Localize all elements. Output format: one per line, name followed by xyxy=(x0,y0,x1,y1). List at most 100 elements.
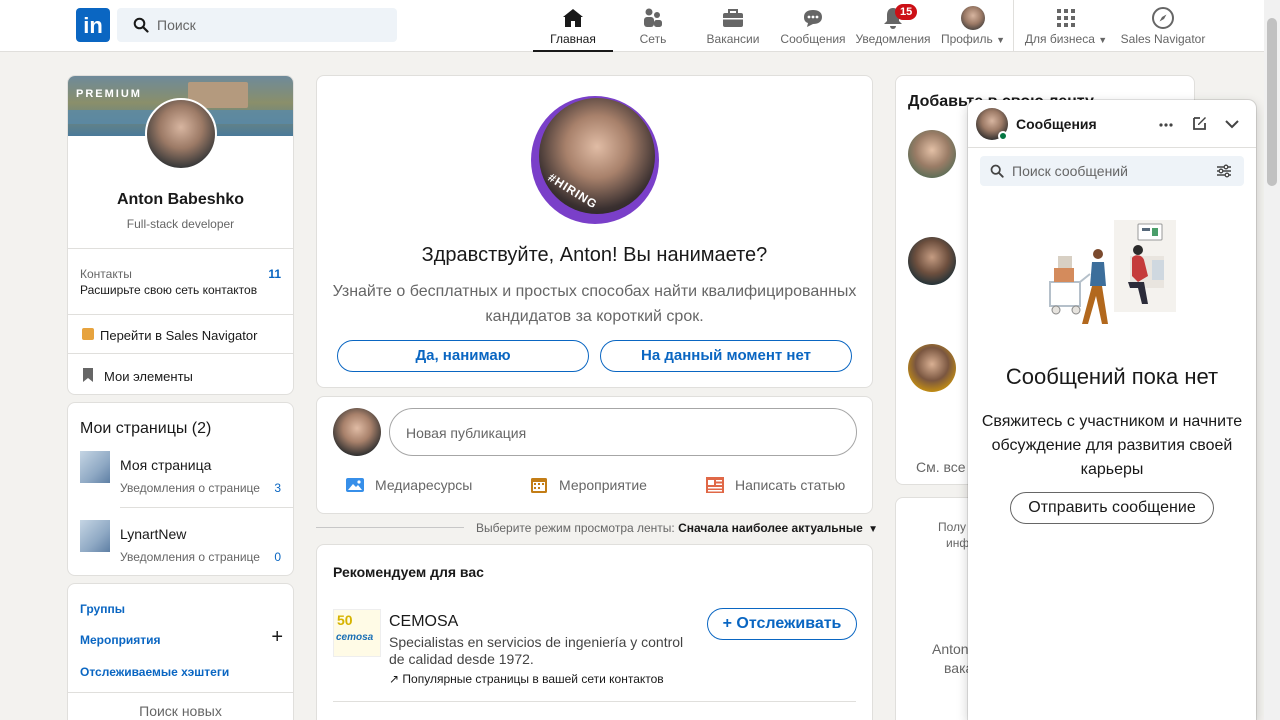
my-pages-title: Мои страницы (2) xyxy=(80,420,212,437)
divider xyxy=(68,248,293,249)
divider xyxy=(333,701,856,702)
hiring-heading: Здравствуйте, Anton! Вы нанимаете? xyxy=(421,244,768,266)
more-options-icon[interactable] xyxy=(1158,117,1174,133)
ad-text: Полу xyxy=(938,520,967,534)
contacts-cta: Расширьте свою сеть контактов xyxy=(80,283,258,297)
filter-icon[interactable] xyxy=(1216,164,1232,178)
add-event-icon[interactable]: + xyxy=(271,626,283,649)
calendar-icon xyxy=(531,478,547,493)
hiring-avatar xyxy=(539,98,655,214)
my-pages-card: Мои страницы (2) Моя страница Уведомлени… xyxy=(67,402,294,576)
search-input[interactable] xyxy=(157,8,387,42)
empty-messages-title: Сообщений пока нет xyxy=(1005,364,1219,389)
page-name: LynartNew xyxy=(120,526,187,542)
suggestion-avatar[interactable] xyxy=(908,237,956,285)
hiring-description: Узнайте о бесплатных и простых способах … xyxy=(332,283,857,325)
page-notifications-label: Уведомления о странице xyxy=(120,550,260,564)
divider xyxy=(68,314,293,315)
search-icon xyxy=(990,164,1004,178)
empty-messages-description: Свяжитесь с участником и начните обсужде… xyxy=(981,413,1243,478)
hiring-card: #HIRING Здравствуйте, Anton! Вы нанимает… xyxy=(316,75,873,388)
page-notifications-count: 0 xyxy=(274,550,281,564)
page-logo xyxy=(80,451,110,483)
jobs-icon xyxy=(723,9,743,27)
share-box: Новая публикация Медиаресурсы Мероприяти… xyxy=(316,396,873,514)
feed-sort-value: Сначала наиболее актуальные xyxy=(678,521,863,535)
send-message-button[interactable]: Отправить сообщение xyxy=(1010,492,1214,524)
contacts-label: Контакты xyxy=(80,267,132,281)
groups-link[interactable]: Группы xyxy=(80,602,125,616)
feed-sort[interactable]: Выберите режим просмотра ленты: Сначала … xyxy=(476,521,878,535)
profile-title: Full-stack developer xyxy=(126,217,235,231)
suggestion-avatar[interactable] xyxy=(908,130,956,178)
profile-card: PREMIUM Anton Babeshko Full-stack develo… xyxy=(67,75,294,395)
nav-network-label: Сеть xyxy=(639,32,667,46)
new-post-placeholder: Новая публикация xyxy=(406,425,527,441)
event-button[interactable]: Мероприятие xyxy=(529,477,647,493)
messaging-header[interactable]: Сообщения xyxy=(968,100,1256,148)
empty-messages-illustration xyxy=(1049,220,1176,324)
company-logo[interactable]: 50 cemosa xyxy=(333,609,381,657)
chevron-down-icon[interactable] xyxy=(1224,116,1240,132)
nav-network[interactable]: Сеть xyxy=(613,0,693,52)
search-bar[interactable] xyxy=(117,8,397,42)
hiring-no-button[interactable]: На данный момент нет xyxy=(600,340,852,372)
company-name[interactable]: CEMOSA xyxy=(389,613,458,631)
nav-sales-navigator[interactable]: Sales Navigator xyxy=(1116,0,1210,52)
recommendations-title: Рекомендуем для вас xyxy=(333,564,484,580)
community-card: Группы Мероприятия + Отслеживаемые хэште… xyxy=(67,583,294,720)
divider xyxy=(68,692,293,693)
nav-business-label: Для бизнеса ▼ xyxy=(1024,32,1108,46)
sales-navigator-icon xyxy=(82,328,94,340)
scrollbar[interactable] xyxy=(1264,0,1280,720)
suggestion-avatar[interactable] xyxy=(908,344,956,392)
premium-label: PREMIUM xyxy=(76,88,142,100)
write-article-button[interactable]: Написать статью xyxy=(705,477,845,493)
nav-jobs[interactable]: Вакансии xyxy=(693,0,773,52)
nav-divider xyxy=(1013,0,1014,52)
nav-home[interactable]: Главная xyxy=(533,0,613,52)
compass-icon xyxy=(1152,7,1174,29)
sales-navigator-label: Перейти в Sales Navigator xyxy=(100,328,258,343)
company-description: Specialistas en servicios de ingeniería … xyxy=(389,634,684,667)
messaging-search-input[interactable] xyxy=(1012,156,1202,186)
messaging-icon xyxy=(804,10,822,27)
ad-text: Anton xyxy=(932,641,969,657)
scrollbar-thumb[interactable] xyxy=(1267,18,1277,186)
linkedin-logo[interactable]: in xyxy=(76,8,110,42)
grid-icon xyxy=(1057,9,1075,27)
profile-name[interactable]: Anton Babeshko xyxy=(68,191,293,209)
home-icon xyxy=(563,9,583,27)
notification-badge: 15 xyxy=(895,4,918,20)
events-link[interactable]: Мероприятия xyxy=(80,633,161,647)
nav-business[interactable]: Для бизнеса ▼ xyxy=(1020,0,1112,52)
messaging-panel: Сообщения Сообщений пока нет Свяжитесь с… xyxy=(968,100,1256,720)
new-post-input[interactable]: Новая публикация xyxy=(389,408,857,456)
messaging-title: Сообщения xyxy=(1016,116,1097,132)
see-all-link[interactable]: См. все xyxy=(916,459,966,475)
chevron-down-icon: ▼ xyxy=(1098,35,1108,45)
nav-home-label: Главная xyxy=(550,32,596,46)
media-button[interactable]: Медиаресурсы xyxy=(345,477,472,493)
nav-notifications-label: Уведомления xyxy=(855,32,931,46)
photo-icon xyxy=(346,478,364,492)
sort-divider xyxy=(316,527,464,528)
chevron-down-icon: ▼ xyxy=(996,35,1006,45)
nav-messaging-label: Сообщения xyxy=(780,32,846,46)
my-items-label: Мои элементы xyxy=(104,369,193,384)
online-status-icon xyxy=(998,131,1008,141)
user-avatar xyxy=(333,408,381,456)
hiring-yes-button[interactable]: Да, нанимаю xyxy=(337,340,589,372)
nav-messaging[interactable]: Сообщения xyxy=(773,0,853,52)
page-notifications-count: 3 xyxy=(274,481,281,495)
discover-more-link[interactable]: Поиск новых xyxy=(68,703,293,719)
compose-icon[interactable] xyxy=(1192,115,1208,131)
caret-down-icon: ▼ xyxy=(868,524,879,535)
nav-notifications[interactable]: 15 Уведомления xyxy=(853,0,933,52)
hashtags-link[interactable]: Отслеживаемые хэштеги xyxy=(80,665,229,679)
follow-button[interactable]: + Отслеживать xyxy=(707,608,857,640)
profile-avatar[interactable] xyxy=(145,98,217,170)
messaging-search[interactable] xyxy=(980,156,1244,186)
recommendations-card: Рекомендуем для вас 50 cemosa CEMOSA Spe… xyxy=(316,544,873,720)
nav-profile[interactable]: Профиль ▼ xyxy=(933,0,1013,52)
